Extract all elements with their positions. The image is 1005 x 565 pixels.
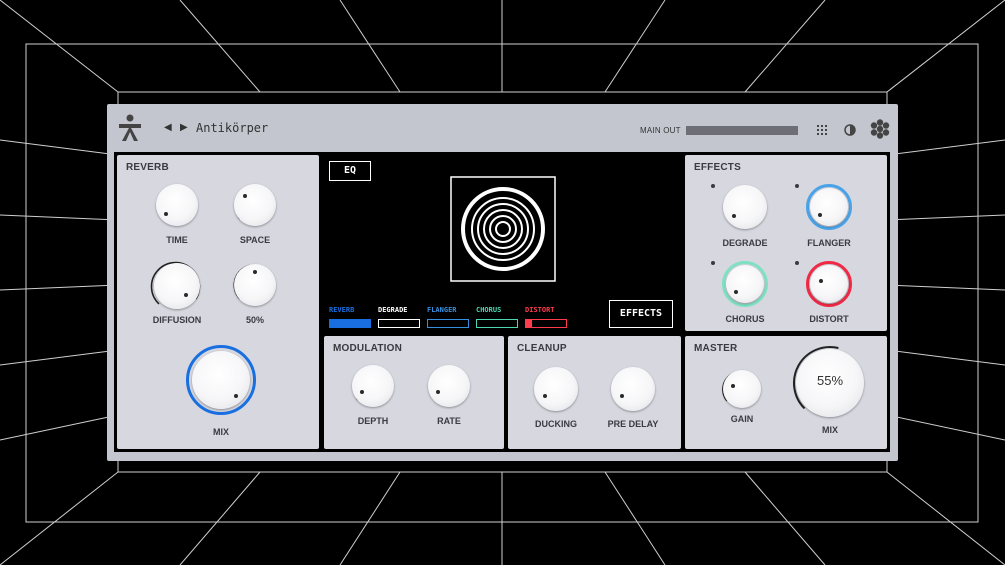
cleanup-panel: CLEANUP DUCKING PRE DELAY	[508, 336, 681, 449]
chain-slot-distort[interactable]	[525, 319, 567, 328]
chain-label-distort[interactable]: DISTORT	[525, 306, 555, 314]
modulation-title: MODULATION	[333, 343, 403, 354]
cleanup-title: CLEANUP	[517, 343, 567, 354]
gain-knob[interactable]	[723, 370, 761, 408]
chain-slot-fill	[330, 320, 370, 327]
predelay-label: PRE DELAY	[607, 419, 659, 429]
effects-panel: EFFECTS DEGRADE FLANGER CHORUS DISTORT	[685, 155, 887, 331]
main-out-label: MAIN OUT	[640, 126, 681, 135]
distort-led	[795, 261, 799, 265]
flanger-led	[795, 184, 799, 188]
effects-title: EFFECTS	[694, 162, 741, 173]
chain-slot-fill	[526, 320, 532, 327]
time-label: TIME	[166, 235, 188, 245]
rate-label: RATE	[437, 416, 461, 426]
degrade-led	[711, 184, 715, 188]
predelay-knob[interactable]	[611, 367, 655, 411]
main-out-meter-fill	[686, 126, 798, 135]
effects-button[interactable]: EFFECTS	[609, 300, 673, 328]
chain-label-flanger[interactable]: FLANGER	[427, 306, 457, 314]
distort-knob[interactable]	[810, 265, 848, 303]
reverb-mix-label: MIX	[212, 427, 229, 437]
modulation-panel: MODULATION DEPTH RATE	[324, 336, 504, 449]
gain-label: GAIN	[730, 414, 754, 424]
fifty-knob[interactable]	[234, 264, 276, 306]
chain-slot-degrade[interactable]	[378, 319, 420, 328]
depth-knob[interactable]	[352, 365, 394, 407]
space-knob[interactable]	[234, 184, 276, 226]
reverb-title: REVERB	[126, 162, 169, 173]
flower-menu-icon[interactable]	[869, 119, 891, 139]
reverb-visualizer	[450, 176, 556, 282]
chorus-knob[interactable]	[726, 265, 764, 303]
chain-slot-reverb[interactable]	[329, 319, 371, 328]
reverb-panel: REVERB TIME SPACE DIFFUSION 50% MIX	[117, 155, 319, 449]
chain-slot-chorus[interactable]	[476, 319, 518, 328]
flanger-knob[interactable]	[810, 188, 848, 226]
chorus-led	[711, 261, 715, 265]
fifty-label: 50%	[245, 315, 264, 325]
master-title: MASTER	[694, 343, 738, 354]
chain-label-chorus[interactable]: CHORUS	[476, 306, 501, 314]
next-preset-button[interactable]: ▶	[180, 122, 188, 133]
distort-label: DISTORT	[809, 314, 849, 324]
diffusion-knob[interactable]	[154, 263, 200, 309]
contrast-icon[interactable]	[844, 124, 856, 136]
time-knob[interactable]	[156, 184, 198, 226]
master-mix-label: MIX	[821, 425, 838, 435]
preset-name[interactable]: Antikörper	[196, 121, 268, 135]
plugin-header: ◀ ▶ Antikörper MAIN OUT	[107, 104, 898, 152]
diffusion-label: DIFFUSION	[152, 315, 202, 325]
master-panel: MASTER GAIN 55% MIX	[685, 336, 887, 449]
master-mix-value: 55%	[816, 373, 844, 388]
master-mix-knob[interactable]: 55%	[796, 349, 864, 417]
degrade-knob[interactable]	[723, 185, 767, 229]
main-area: REVERB TIME SPACE DIFFUSION 50% MIX EQ R…	[114, 152, 890, 452]
grid-icon[interactable]	[817, 125, 827, 135]
chain-label-reverb[interactable]: REVERB	[329, 306, 354, 314]
chorus-label: CHORUS	[725, 314, 765, 324]
degrade-label: DEGRADE	[722, 238, 768, 248]
rate-knob[interactable]	[428, 365, 470, 407]
space-label: SPACE	[239, 235, 271, 245]
visualizer-display: EQ REVERB DEGRADE FLANGER CHORUS DISTORT EFF…	[322, 155, 682, 333]
plugin-window: ◀ ▶ Antikörper MAIN OUT REVERB TIME SPAC…	[107, 104, 898, 461]
reverb-mix-knob[interactable]	[192, 351, 250, 409]
chain-slot-flanger[interactable]	[427, 319, 469, 328]
prev-preset-button[interactable]: ◀	[164, 122, 172, 133]
main-out-meter	[686, 126, 798, 135]
flanger-label: FLANGER	[807, 238, 851, 248]
ducking-knob[interactable]	[534, 367, 578, 411]
eq-button[interactable]: EQ	[329, 161, 371, 181]
logo-icon	[119, 114, 141, 141]
chain-label-degrade[interactable]: DEGRADE	[378, 306, 408, 314]
